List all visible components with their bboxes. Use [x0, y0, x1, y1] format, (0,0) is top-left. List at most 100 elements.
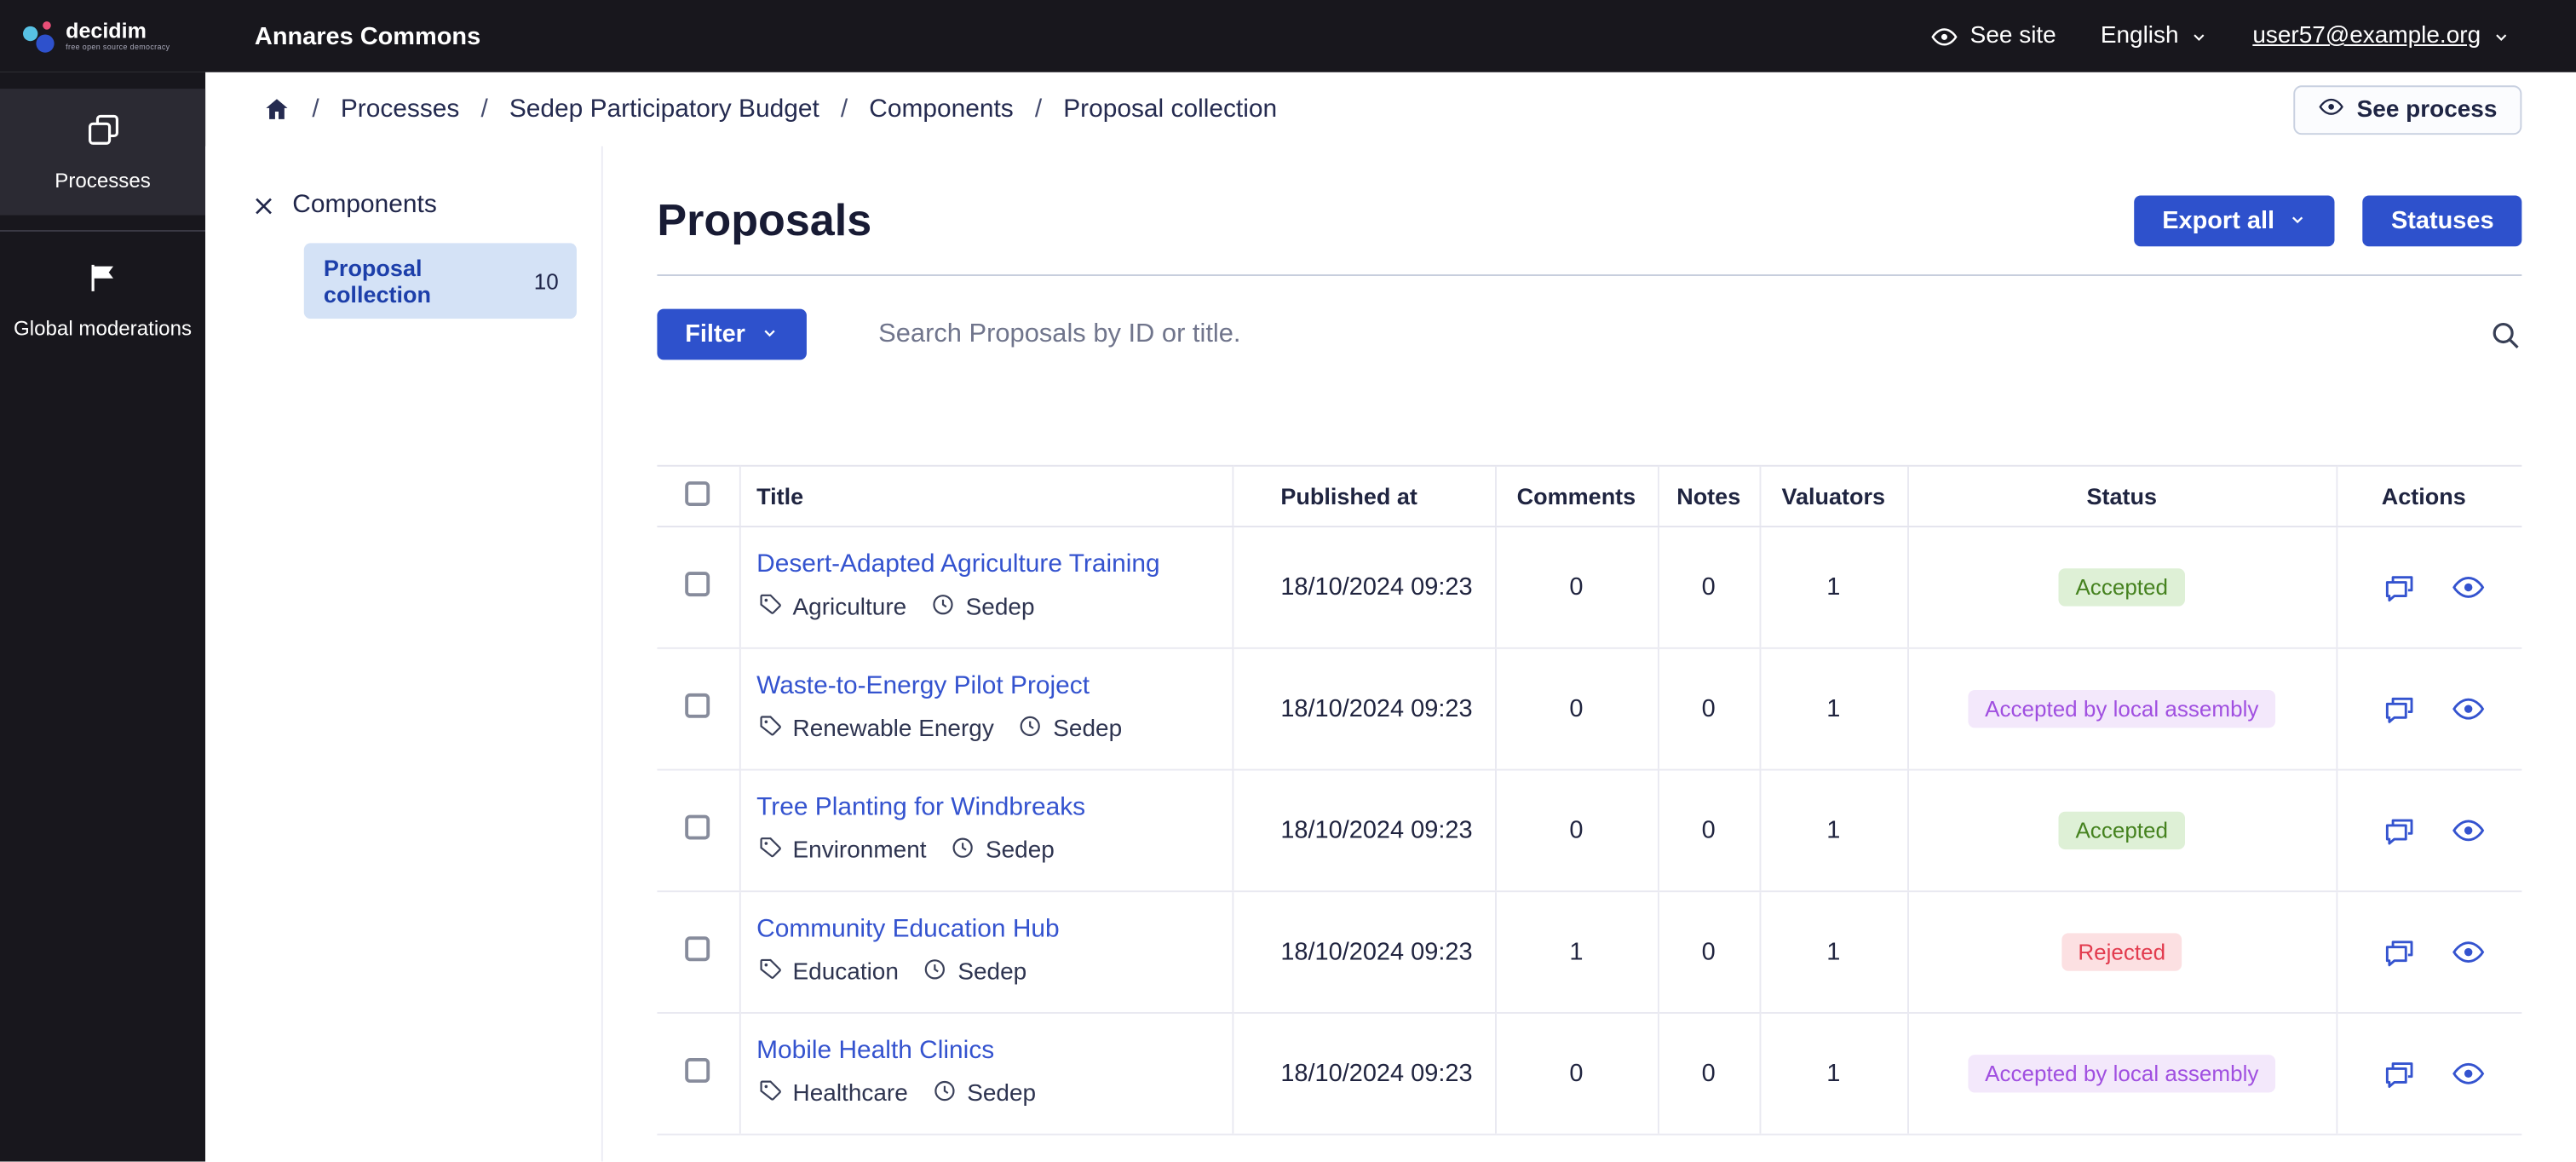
- cell-select: [657, 1013, 739, 1135]
- sidebar-item-processes[interactable]: Processes: [0, 89, 205, 215]
- see-site-link[interactable]: See site: [1930, 22, 2056, 50]
- category-tag: Agriculture: [756, 591, 906, 624]
- top-bar-actions: See site English user57@example.org: [1930, 22, 2576, 50]
- top-bar: decidim free open source democracy Annar…: [0, 0, 2576, 72]
- column-header-valuators: Valuators: [1759, 466, 1907, 526]
- cell-comments: 0: [1495, 526, 1658, 648]
- statuses-button[interactable]: Statuses: [2363, 195, 2521, 246]
- row-checkbox[interactable]: [686, 814, 710, 839]
- breadcrumb-bar: / Processes / Sedep Participatory Budget…: [205, 72, 2576, 147]
- proposal-title-link[interactable]: Desert-Adapted Agriculture Training: [756, 550, 1160, 578]
- cell-title: Community Education Hub Education Sedep: [739, 891, 1233, 1013]
- row-checkbox[interactable]: [686, 935, 710, 960]
- scope-tag: Sedep: [950, 835, 1055, 868]
- answer-icon[interactable]: [2381, 935, 2416, 969]
- clock-icon: [922, 956, 948, 989]
- search-input[interactable]: [875, 318, 2469, 351]
- panel-item-proposal-collection[interactable]: Proposal collection 10: [304, 243, 577, 319]
- answer-icon[interactable]: [2381, 814, 2416, 848]
- cell-published-at: 18/10/2024 09:23: [1232, 891, 1495, 1013]
- clock-icon: [950, 835, 976, 868]
- filter-row: Filter: [657, 309, 2521, 360]
- filter-button[interactable]: Filter: [657, 309, 806, 360]
- proposal-title-link[interactable]: Mobile Health Clinics: [756, 1037, 994, 1065]
- row-checkbox[interactable]: [686, 571, 710, 595]
- preview-eye-icon[interactable]: [2451, 935, 2485, 969]
- page-header: Proposals Export all Statuses: [657, 195, 2521, 246]
- breadcrumb-link[interactable]: Processes: [341, 95, 460, 124]
- category-tag: Environment: [756, 835, 926, 868]
- column-header-status: Status: [1907, 466, 2336, 526]
- row-checkbox[interactable]: [686, 693, 710, 717]
- cell-comments: 0: [1495, 1013, 1658, 1135]
- table-row: Desert-Adapted Agriculture Training Agri…: [657, 526, 2521, 648]
- proposal-title-link[interactable]: Waste-to-Energy Pilot Project: [756, 672, 1090, 700]
- cell-title: Waste-to-Energy Pilot Project Renewable …: [739, 648, 1233, 770]
- sidebar-divider: [0, 230, 205, 232]
- proposal-title-link[interactable]: Tree Planting for Windbreaks: [756, 793, 1085, 821]
- select-all-checkbox[interactable]: [686, 481, 710, 506]
- breadcrumb-link[interactable]: Sedep Participatory Budget: [509, 95, 819, 124]
- cell-select: [657, 891, 739, 1013]
- cell-valuators: 1: [1759, 1013, 1907, 1135]
- preview-eye-icon[interactable]: [2451, 692, 2485, 727]
- count-badge: 10: [534, 268, 559, 293]
- tag-icon: [756, 713, 783, 746]
- export-all-button[interactable]: Export all: [2134, 195, 2335, 246]
- chevron-down-icon: [2289, 207, 2307, 235]
- close-icon[interactable]: [251, 193, 276, 218]
- preview-eye-icon[interactable]: [2451, 814, 2485, 848]
- cell-published-at: 18/10/2024 09:23: [1232, 648, 1495, 770]
- table-row: Community Education Hub Education Sedep: [657, 891, 2521, 1013]
- cell-title: Desert-Adapted Agriculture Training Agri…: [739, 526, 1233, 648]
- cell-published-at: 18/10/2024 09:23: [1232, 1013, 1495, 1135]
- tag-icon: [756, 835, 783, 868]
- components-panel: Components Proposal collection 10: [205, 147, 603, 1162]
- cell-comments: 0: [1495, 770, 1658, 892]
- home-icon[interactable]: [263, 95, 291, 124]
- column-header-comments: Comments: [1495, 466, 1658, 526]
- language-selector[interactable]: English: [2101, 23, 2208, 49]
- decidim-logo[interactable]: decidim free open source democracy: [0, 19, 205, 53]
- scope-tag: Sedep: [1017, 713, 1122, 746]
- preview-eye-icon[interactable]: [2451, 1056, 2485, 1091]
- answer-icon[interactable]: [2381, 1056, 2416, 1091]
- search-icon[interactable]: [2489, 318, 2522, 351]
- clock-icon: [1017, 713, 1044, 746]
- answer-icon[interactable]: [2381, 692, 2416, 727]
- breadcrumb-separator: /: [480, 95, 487, 124]
- proposal-title-link[interactable]: Community Education Hub: [756, 915, 1060, 943]
- cell-valuators: 1: [1759, 526, 1907, 648]
- chevron-down-icon: [2493, 27, 2510, 45]
- organization-name: Annares Commons: [255, 22, 480, 50]
- see-process-button[interactable]: See process: [2292, 84, 2521, 134]
- sidebar-item-global-moderations[interactable]: Global moderations: [0, 237, 205, 363]
- cell-title: Mobile Health Clinics Healthcare Sedep: [739, 1013, 1233, 1135]
- user-menu[interactable]: user57@example.org: [2252, 23, 2510, 49]
- preview-eye-icon[interactable]: [2451, 570, 2485, 604]
- cell-comments: 1: [1495, 891, 1658, 1013]
- clock-icon: [929, 591, 956, 624]
- brand-name: decidim: [66, 20, 170, 42]
- decidim-admin-app: decidim free open source democracy Annar…: [0, 0, 2576, 1162]
- cell-status: Accepted by local assembly: [1907, 1013, 2336, 1135]
- breadcrumb-link[interactable]: Components: [869, 95, 1014, 124]
- answer-icon[interactable]: [2381, 570, 2416, 604]
- cell-valuators: 1: [1759, 770, 1907, 892]
- category-tag: Healthcare: [756, 1078, 908, 1111]
- category-tag: Renewable Energy: [756, 713, 994, 746]
- tag-icon: [756, 591, 783, 624]
- cell-actions: [2336, 648, 2521, 770]
- cell-status: Accepted by local assembly: [1907, 648, 2336, 770]
- column-header-title: Title: [739, 466, 1233, 526]
- cell-actions: [2336, 891, 2521, 1013]
- cell-select: [657, 526, 739, 648]
- status-badge: Rejected: [2061, 933, 2182, 970]
- row-checkbox[interactable]: [686, 1057, 710, 1082]
- status-badge: Accepted: [2059, 568, 2184, 606]
- breadcrumb-link[interactable]: Proposal collection: [1063, 95, 1277, 124]
- table-header-row: Title Published at Comments Notes Valuat…: [657, 466, 2521, 526]
- cell-status: Rejected: [1907, 891, 2336, 1013]
- cell-actions: [2336, 526, 2521, 648]
- breadcrumb: / Processes / Sedep Participatory Budget…: [263, 95, 1278, 124]
